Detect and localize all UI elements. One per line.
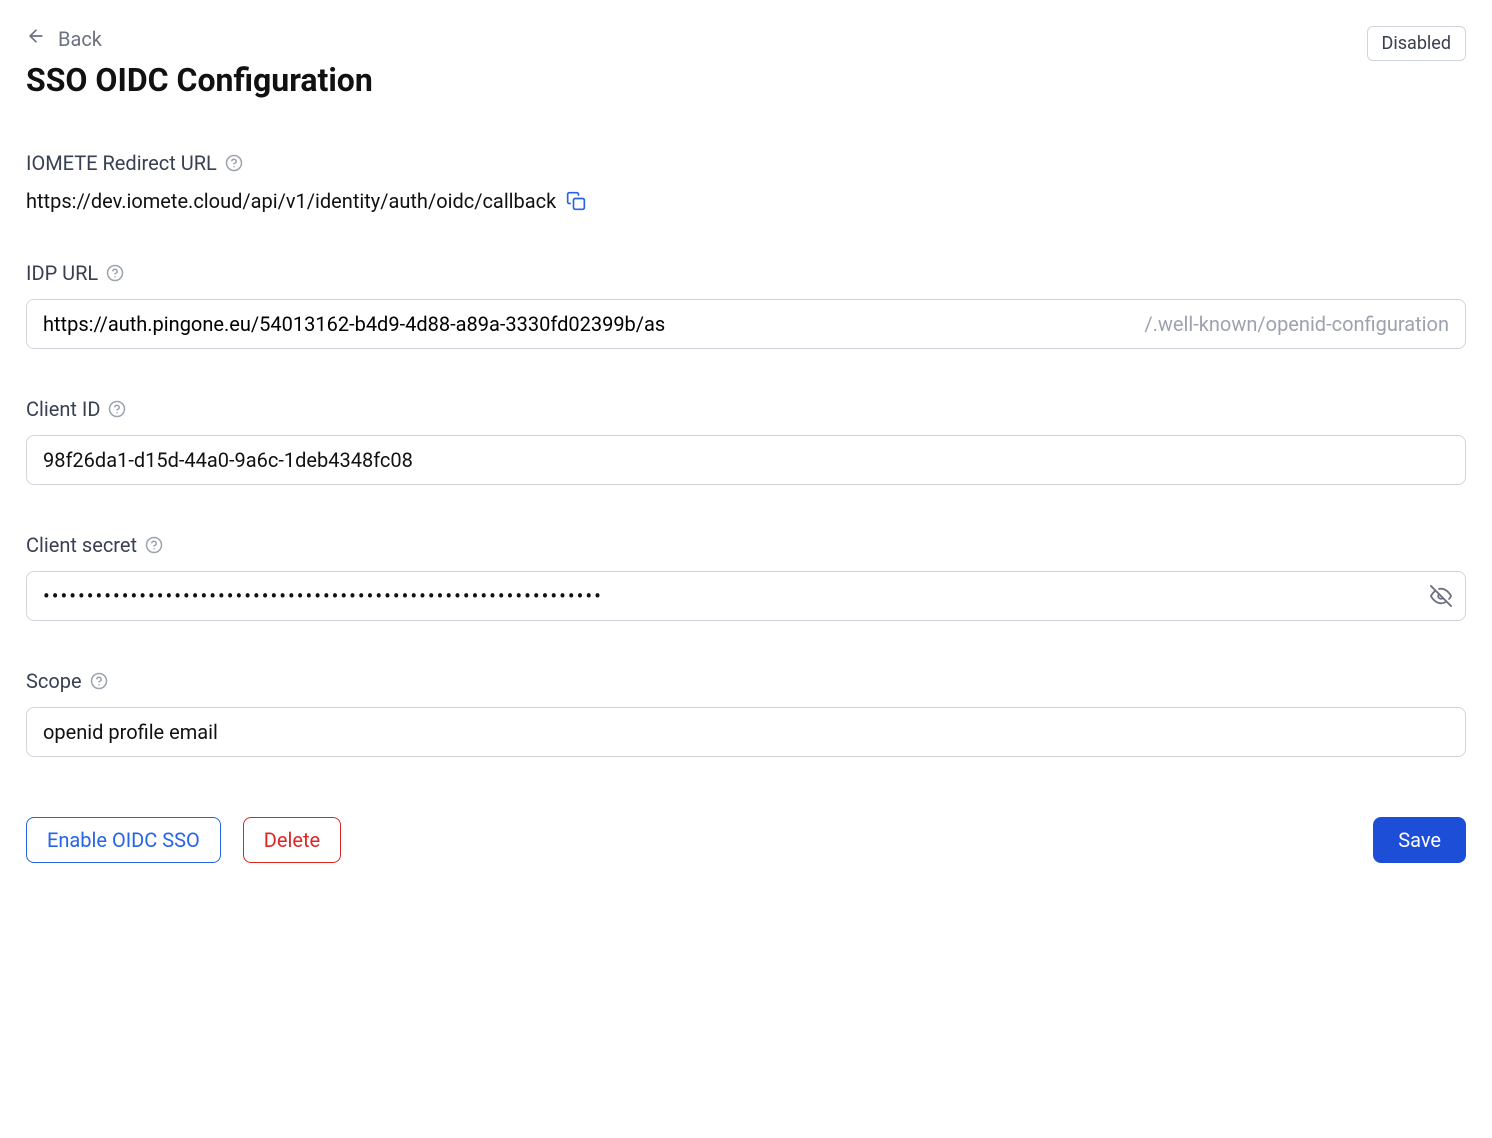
idp-url-suffix: /.well-known/openid-configuration bbox=[1140, 312, 1449, 336]
client-secret-input[interactable] bbox=[26, 571, 1466, 621]
redirect-url-value: https://dev.iomete.cloud/api/v1/identity… bbox=[26, 189, 556, 213]
delete-button[interactable]: Delete bbox=[243, 817, 341, 863]
idp-url-label: IDP URL bbox=[26, 261, 98, 285]
save-button[interactable]: Save bbox=[1373, 817, 1466, 863]
idp-url-input[interactable] bbox=[27, 300, 1140, 348]
eye-off-icon[interactable] bbox=[1430, 585, 1452, 607]
scope-input[interactable] bbox=[26, 707, 1466, 757]
client-id-label: Client ID bbox=[26, 397, 100, 421]
idp-url-field-wrap: /.well-known/openid-configuration bbox=[26, 299, 1466, 349]
help-icon[interactable] bbox=[90, 672, 108, 690]
help-icon[interactable] bbox=[225, 154, 243, 172]
back-link[interactable]: Back bbox=[26, 26, 102, 51]
help-icon[interactable] bbox=[145, 536, 163, 554]
copy-icon[interactable] bbox=[566, 191, 586, 211]
page-title: SSO OIDC Configuration bbox=[26, 61, 373, 99]
arrow-left-icon bbox=[26, 26, 46, 51]
client-id-input[interactable] bbox=[26, 435, 1466, 485]
scope-label: Scope bbox=[26, 669, 82, 693]
help-icon[interactable] bbox=[106, 264, 124, 282]
help-icon[interactable] bbox=[108, 400, 126, 418]
client-secret-label: Client secret bbox=[26, 533, 137, 557]
enable-oidc-sso-button[interactable]: Enable OIDC SSO bbox=[26, 817, 221, 863]
redirect-url-label: IOMETE Redirect URL bbox=[26, 151, 217, 175]
status-badge: Disabled bbox=[1367, 26, 1466, 61]
back-label: Back bbox=[58, 27, 102, 51]
